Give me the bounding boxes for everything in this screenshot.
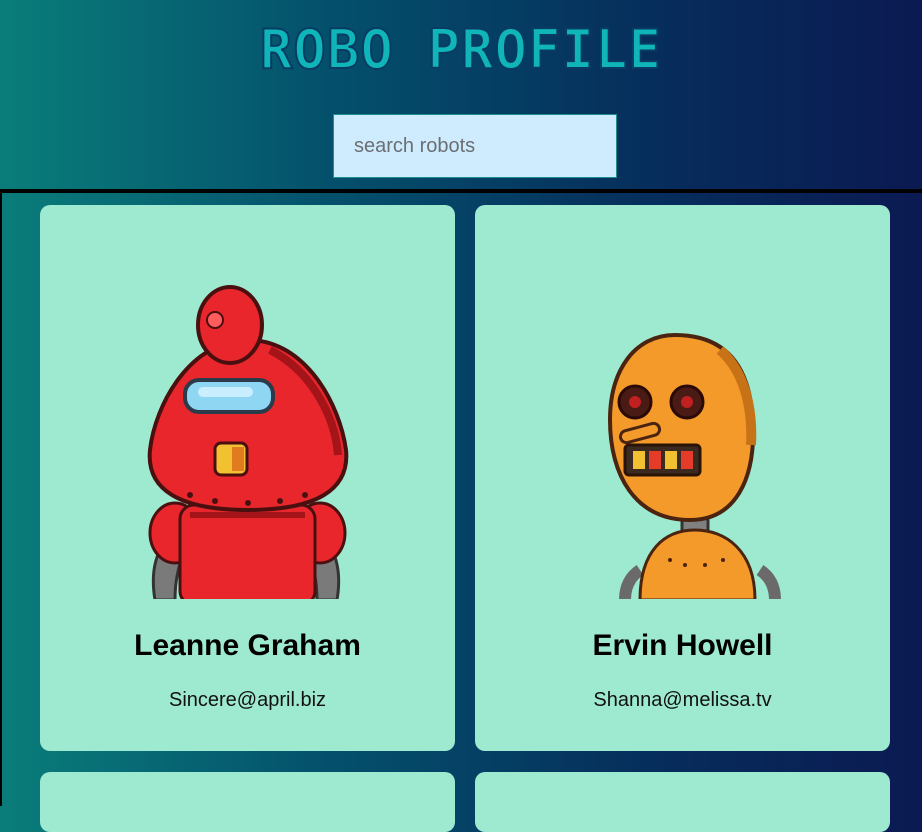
robot-card-list: Leanne Graham Sincere@april.biz Ervin Ho… — [0, 0, 922, 832]
robot-email: Sincere@april.biz — [168, 689, 327, 711]
orange-robot-icon — [607, 332, 781, 599]
robot-name: Leanne Graham — [134, 629, 361, 662]
robot-card[interactable]: Leanne Graham Sincere@april.biz — [40, 205, 455, 751]
red-robot-icon — [147, 285, 349, 599]
robot-email: Shanna@melissa.tv — [593, 689, 772, 711]
robot-name: Ervin Howell — [592, 629, 773, 662]
robot-card[interactable] — [40, 772, 455, 832]
robot-avatar — [475, 205, 890, 599]
robot-card[interactable] — [475, 772, 890, 832]
robot-avatar — [40, 205, 455, 599]
robot-card[interactable]: Ervin Howell Shanna@melissa.tv — [475, 205, 890, 751]
